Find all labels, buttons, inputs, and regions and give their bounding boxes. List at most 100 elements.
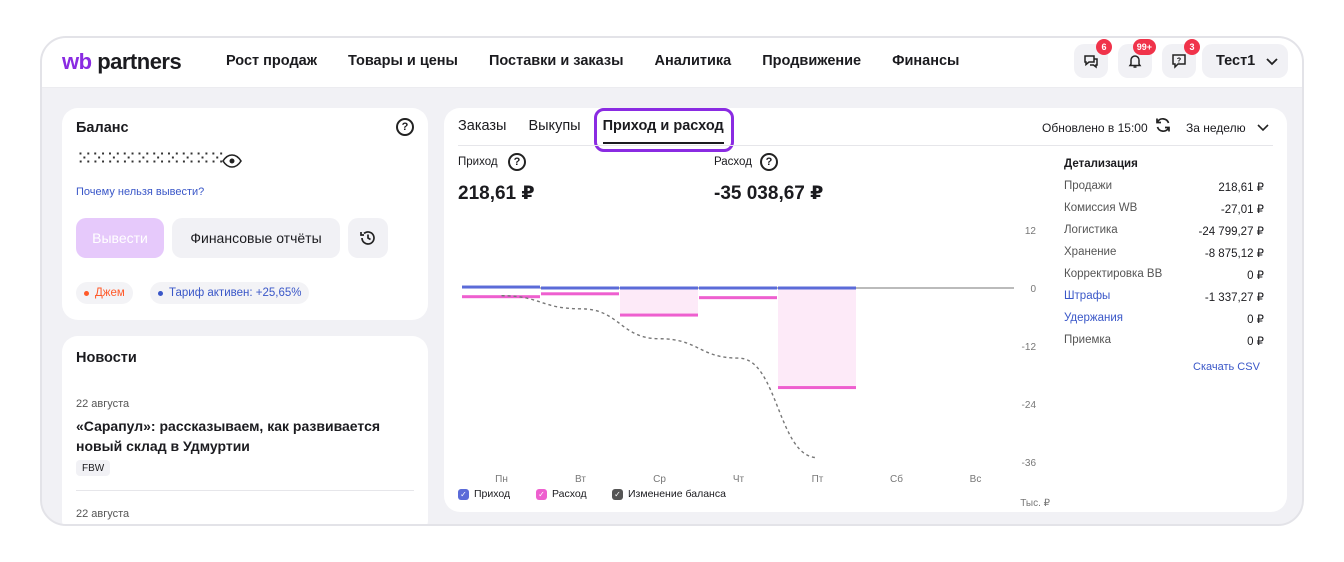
- chat-button[interactable]: 6: [1074, 39, 1112, 78]
- expense-bar-fill: [620, 288, 698, 316]
- legend-balance-change[interactable]: ✓ Изменение баланса: [612, 488, 726, 500]
- legend-balance-checkbox[interactable]: ✓: [612, 488, 623, 500]
- detail-value: -1 337,27 ₽: [1204, 292, 1264, 304]
- x-tick-label: Пн: [495, 474, 508, 485]
- help-icon[interactable]: ?: [396, 118, 414, 136]
- y-unit-label: Тыс. ₽: [1020, 498, 1050, 508]
- main-nav: Рост продаж Товары и цены Поставки и зак…: [226, 53, 959, 69]
- detail-label: Штрафы: [1064, 290, 1111, 302]
- detail-value: 0 ₽: [1247, 314, 1264, 326]
- detail-label: Хранение: [1064, 246, 1117, 258]
- income-help-icon[interactable]: ?: [508, 153, 526, 171]
- detail-row: Корректировка ВВ 0 ₽: [1064, 268, 1264, 282]
- detail-row: Приемка 0 ₽: [1064, 334, 1264, 348]
- nav-sales-growth[interactable]: Рост продаж: [226, 53, 317, 69]
- x-tick-label: Пт: [812, 474, 824, 485]
- tab-orders[interactable]: Заказы: [458, 118, 506, 140]
- detail-value: 0 ₽: [1247, 270, 1264, 282]
- balance-card: Баланс ? ⁙⁙⁙⁙⁙⁙⁙⁙⁙⁙ Почему нельзя вывест…: [62, 108, 428, 320]
- eye-icon[interactable]: [222, 154, 242, 168]
- legend-expense-checkbox[interactable]: ✓: [536, 488, 547, 500]
- expense-bar-fill: [778, 288, 856, 388]
- tabs-divider: [458, 145, 1273, 146]
- x-tick-label: Вт: [575, 474, 586, 485]
- nav-finance[interactable]: Финансы: [892, 53, 959, 69]
- y-tick-label: 12: [1025, 226, 1037, 237]
- income-bar: [699, 286, 777, 290]
- balance-hidden-value: ⁙⁙⁙⁙⁙⁙⁙⁙⁙⁙: [76, 148, 226, 170]
- detail-value: -8 875,12 ₽: [1204, 248, 1264, 260]
- tab-buyouts[interactable]: Выкупы: [528, 118, 580, 140]
- news-divider: [76, 490, 414, 491]
- y-tick-label: -24: [1022, 400, 1037, 411]
- income-expense-chart: 12 0 -12 -24 -36 Тыс. ₽ Пн Вт Ср Чт Пт Сб Вс: [462, 226, 1051, 508]
- legend-expense-label: Расход: [552, 488, 587, 500]
- chat-badge: 6: [1096, 39, 1112, 55]
- detail-label: Продажи: [1064, 180, 1113, 192]
- notifications-badge: 99+: [1132, 39, 1156, 55]
- income-bar: [778, 286, 856, 290]
- top-header: wb partners Рост продаж Товары и цены По…: [42, 38, 1302, 88]
- tariff-label: Тариф активен: +25,65%: [169, 287, 302, 299]
- legend-income-checkbox[interactable]: ✓: [458, 488, 469, 500]
- detail-value: -27,01 ₽: [1220, 204, 1264, 216]
- x-tick-label: Чт: [733, 474, 745, 485]
- detail-row: Продажи 218,61 ₽: [1064, 180, 1264, 194]
- period-select[interactable]: За неделю: [1186, 121, 1246, 135]
- news-title: Новости: [76, 350, 137, 366]
- why-cannot-withdraw-link[interactable]: Почему нельзя вывести?: [76, 186, 204, 198]
- detail-title: Детализация: [1064, 158, 1138, 170]
- expense-help-icon[interactable]: ?: [760, 153, 778, 171]
- refresh-icon[interactable]: [1154, 116, 1172, 134]
- download-csv-link[interactable]: Скачать CSV: [1193, 361, 1260, 373]
- support-badge: 3: [1184, 39, 1200, 55]
- legend-income[interactable]: ✓ Приход: [458, 488, 510, 500]
- detail-label: Комиссия WB: [1064, 202, 1138, 214]
- news-headline-line1: «Сарапул»: рассказываем, как развивается: [76, 418, 381, 434]
- news-headline[interactable]: «Сарапул»: рассказываем, как развивается…: [76, 416, 416, 456]
- detail-value: 0 ₽: [1247, 336, 1264, 348]
- user-name: Тест1: [1216, 53, 1256, 69]
- svg-text:?: ?: [1177, 58, 1181, 65]
- history-icon: [360, 231, 375, 245]
- y-tick-label: -36: [1022, 458, 1037, 469]
- logo[interactable]: wb partners: [62, 49, 182, 75]
- detail-label: Удержания: [1064, 312, 1123, 324]
- income-bar: [462, 285, 540, 289]
- support-button[interactable]: ? 3: [1162, 39, 1200, 78]
- period-chevron-icon[interactable]: [1256, 120, 1270, 134]
- tab-income-expense[interactable]: Приход и расход: [602, 118, 724, 144]
- detail-row: Комиссия WB -27,01 ₽: [1064, 202, 1264, 216]
- tariff-chip[interactable]: Тариф активен: +25,65%: [150, 282, 310, 304]
- updated-time: Обновлено в 15:00: [1042, 121, 1148, 135]
- chat-icon: [1084, 55, 1098, 69]
- nav-products-prices[interactable]: Товары и цены: [348, 53, 458, 69]
- expense-bar: [541, 292, 619, 296]
- bell-icon: [1128, 55, 1142, 68]
- nav-analytics[interactable]: Аналитика: [654, 53, 731, 69]
- detail-row[interactable]: Штрафы -1 337,27 ₽: [1064, 290, 1264, 304]
- legend-expense[interactable]: ✓ Расход: [536, 488, 587, 500]
- nav-promotion[interactable]: Продвижение: [762, 53, 861, 69]
- user-menu[interactable]: Тест1: [1202, 44, 1288, 78]
- finance-chart-card: Заказы Выкупы Приход и расход Обновлено …: [444, 108, 1287, 512]
- financial-reports-button[interactable]: Финансовые отчёты: [172, 218, 340, 258]
- nav-supplies-orders[interactable]: Поставки и заказы: [489, 53, 624, 69]
- news-card: Новости 22 августа «Сарапул»: рассказыва…: [62, 336, 428, 524]
- balance-title: Баланс: [76, 120, 129, 136]
- jam-chip[interactable]: Джем: [76, 282, 133, 304]
- expense-label: Расход: [714, 156, 752, 168]
- news-date-2: 22 августа: [76, 508, 130, 520]
- x-tick-label: Ср: [653, 474, 666, 485]
- news-date: 22 августа: [76, 398, 130, 410]
- expense-bar: [620, 313, 698, 317]
- detail-row[interactable]: Удержания 0 ₽: [1064, 312, 1264, 326]
- notifications-button[interactable]: 99+: [1118, 39, 1156, 78]
- chevron-down-icon: [1266, 58, 1278, 66]
- withdraw-button[interactable]: Вывести: [76, 218, 164, 258]
- x-tick-label: Сб: [890, 473, 903, 485]
- history-button[interactable]: [348, 218, 388, 258]
- detail-row: Хранение -8 875,12 ₽: [1064, 246, 1264, 260]
- expense-bar: [778, 386, 856, 390]
- expense-bar: [699, 296, 777, 300]
